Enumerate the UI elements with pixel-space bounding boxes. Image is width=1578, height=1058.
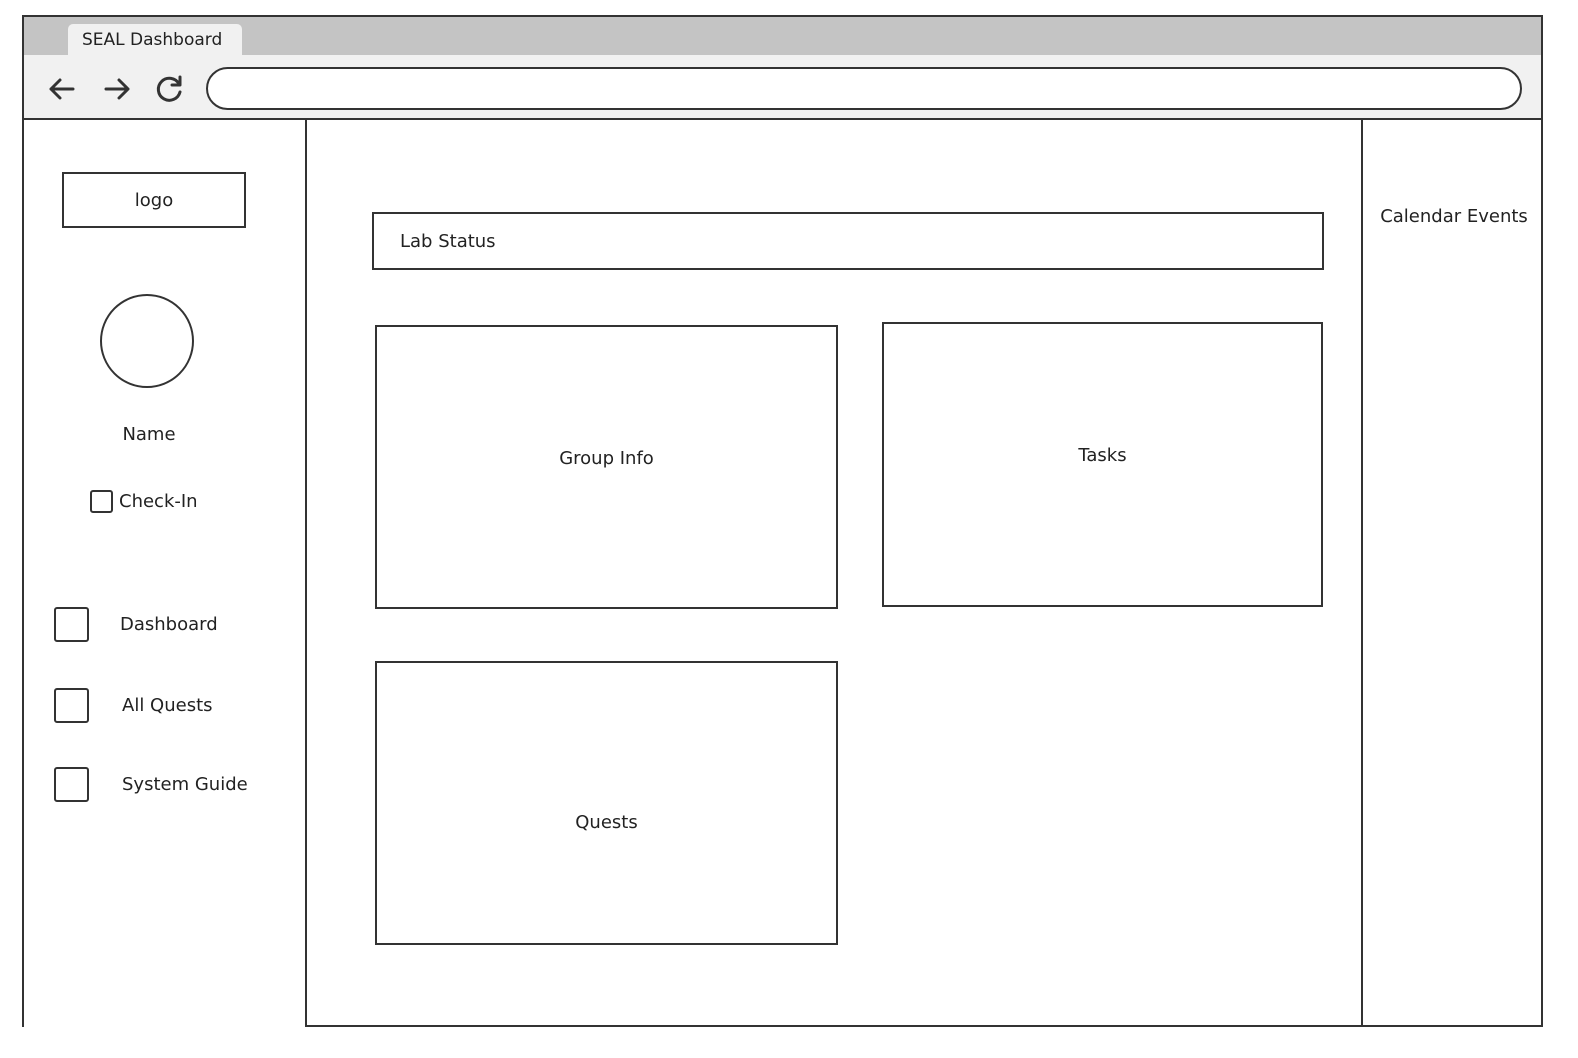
check-in-toggle[interactable]: Check-In	[90, 490, 198, 513]
calendar-events-panel: Calendar Events	[1361, 120, 1543, 1025]
logo[interactable]: logo	[62, 172, 246, 228]
lab-status-label: Lab Status	[400, 230, 496, 252]
sidebar-item-label: All Quests	[122, 694, 213, 716]
url-bar[interactable]	[206, 67, 1522, 110]
quests-panel[interactable]: Quests	[375, 661, 838, 945]
reload-button[interactable]	[152, 71, 188, 107]
browser-window: SEAL Dashboard logo Name Check-In Dashbo…	[22, 15, 1543, 1027]
sidebar-item-system-guide[interactable]: System Guide	[54, 765, 294, 803]
arrow-left-icon	[49, 78, 75, 100]
arrow-right-icon	[104, 78, 130, 100]
user-name: Name	[122, 424, 176, 445]
title-bar: SEAL Dashboard	[24, 17, 1541, 55]
group-info-panel[interactable]: Group Info	[375, 325, 838, 609]
system-guide-icon	[54, 766, 89, 802]
avatar[interactable]	[100, 294, 194, 388]
main-content: Lab Status Group Info Tasks Quests	[307, 120, 1361, 1025]
sidebar: logo Name Check-In Dashboard All Quests …	[24, 120, 307, 1027]
forward-button[interactable]	[99, 71, 135, 107]
browser-tab[interactable]: SEAL Dashboard	[68, 24, 242, 55]
sidebar-item-label: System Guide	[122, 773, 248, 795]
all-quests-icon	[54, 687, 89, 723]
reload-icon	[156, 75, 182, 102]
tasks-label: Tasks	[1078, 445, 1127, 466]
group-info-label: Group Info	[559, 447, 654, 469]
check-in-checkbox[interactable]	[90, 490, 113, 513]
dashboard-icon	[54, 606, 89, 642]
calendar-events-title: Calendar Events	[1380, 206, 1528, 227]
sidebar-item-dashboard[interactable]: Dashboard	[54, 605, 294, 643]
tasks-panel[interactable]: Tasks	[882, 322, 1323, 607]
browser-toolbar	[24, 55, 1541, 120]
back-button[interactable]	[44, 71, 80, 107]
check-in-label: Check-In	[119, 491, 198, 512]
quests-label: Quests	[575, 811, 638, 833]
lab-status-panel[interactable]: Lab Status	[372, 212, 1324, 270]
sidebar-item-all-quests[interactable]: All Quests	[54, 686, 294, 724]
sidebar-item-label: Dashboard	[120, 613, 218, 635]
